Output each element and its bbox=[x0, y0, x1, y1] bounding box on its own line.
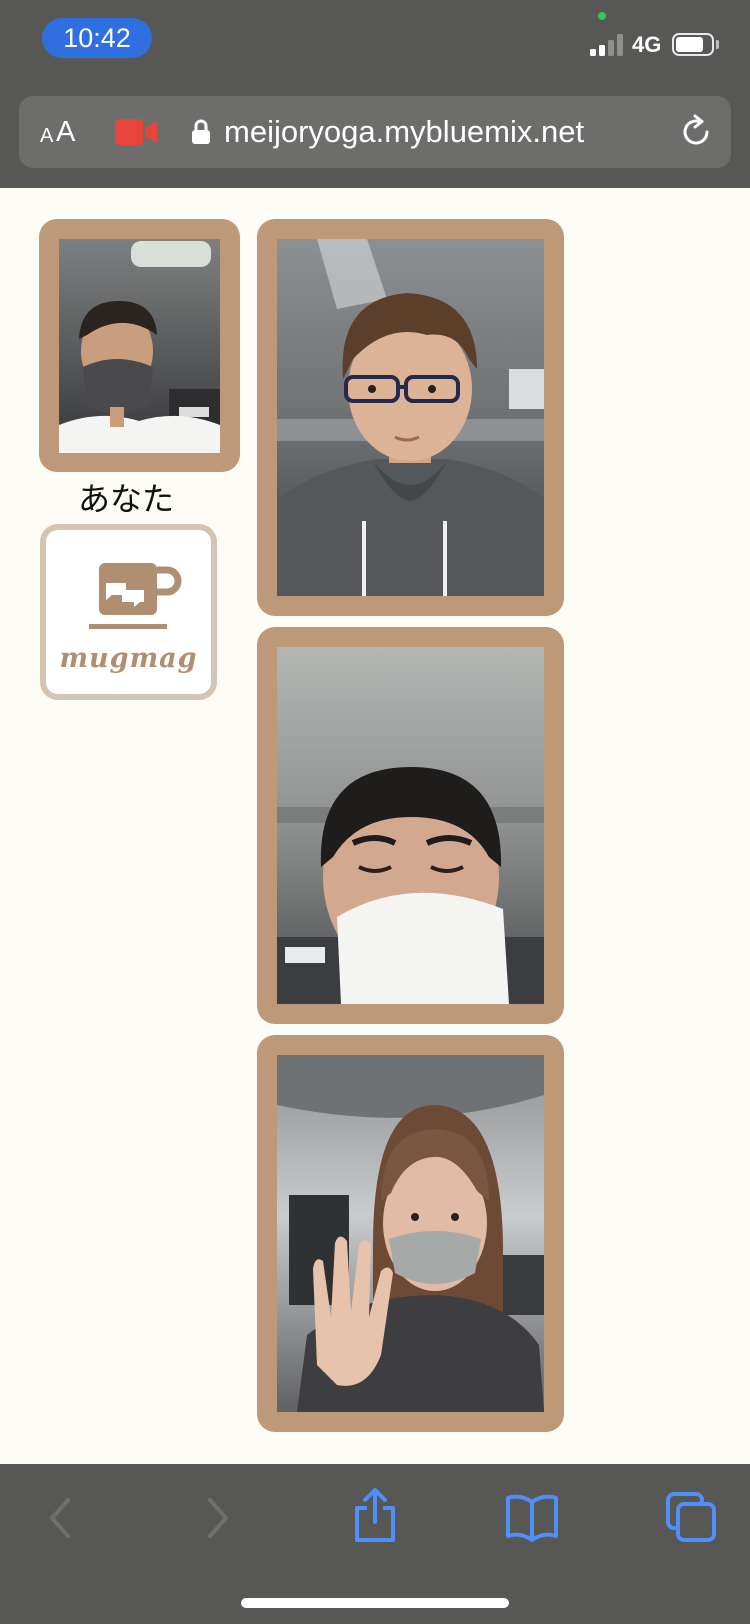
participant-video-2 bbox=[277, 647, 544, 1004]
participant-video-1 bbox=[277, 239, 544, 596]
logo-text: mugmag bbox=[59, 643, 198, 674]
self-label: あなた bbox=[78, 480, 175, 518]
participant-video-3 bbox=[277, 1055, 544, 1412]
status-time[interactable]: 10:42 bbox=[42, 18, 152, 58]
back-icon[interactable] bbox=[32, 1490, 88, 1546]
battery-level bbox=[676, 37, 703, 52]
text-size-large-glyph: A bbox=[56, 116, 76, 148]
battery-cap bbox=[716, 40, 719, 49]
self-video bbox=[59, 239, 220, 453]
lock-icon bbox=[191, 119, 211, 145]
text-size-small-glyph: A bbox=[40, 125, 54, 147]
url-text[interactable]: meijoryoga.mybluemix.net bbox=[224, 112, 584, 152]
mug-icon bbox=[89, 563, 182, 629]
cellular-signal-icon bbox=[590, 34, 626, 56]
share-icon[interactable] bbox=[347, 1486, 403, 1542]
network-type: 4G bbox=[632, 32, 662, 57]
bookmarks-icon[interactable] bbox=[504, 1492, 560, 1548]
mugmag-logo[interactable]: mugmag bbox=[40, 524, 217, 700]
battery-icon bbox=[672, 33, 714, 56]
video-camera-icon[interactable] bbox=[114, 118, 160, 146]
reload-icon[interactable] bbox=[678, 114, 714, 150]
tabs-icon[interactable] bbox=[664, 1490, 720, 1546]
self-video-frame bbox=[39, 219, 240, 472]
participant-video-frame-2 bbox=[257, 627, 564, 1024]
participant-video-frame-3 bbox=[257, 1035, 564, 1432]
home-indicator bbox=[241, 1598, 509, 1608]
participant-video-frame-1 bbox=[257, 219, 564, 616]
text-size-button[interactable]: A A bbox=[38, 112, 82, 152]
camera-in-use-indicator bbox=[598, 12, 606, 20]
forward-icon[interactable] bbox=[190, 1490, 246, 1546]
